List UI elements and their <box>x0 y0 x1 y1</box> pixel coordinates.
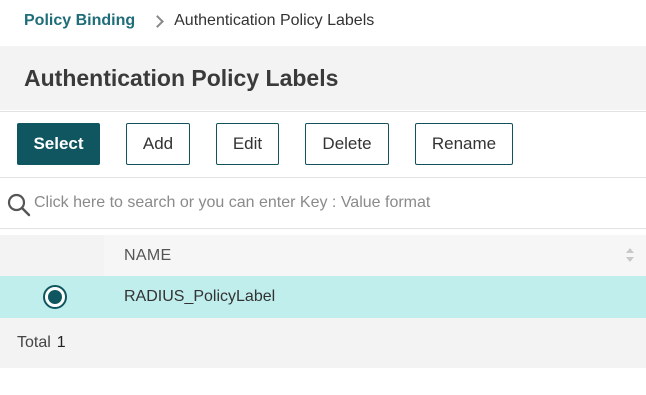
total-count: 1 <box>56 334 66 351</box>
search-icon[interactable] <box>6 192 32 218</box>
column-header-label: NAME <box>124 246 172 264</box>
table-header: NAME <box>0 235 646 276</box>
search-input[interactable] <box>34 188 634 218</box>
total-label: Total <box>17 334 51 351</box>
select-column-header <box>0 235 100 276</box>
edit-button[interactable]: Edit <box>216 123 279 165</box>
breadcrumb: Policy Binding Authentication Policy Lab… <box>24 10 374 32</box>
row-name-cell: RADIUS_PolicyLabel <box>124 288 276 305</box>
search-bar <box>0 177 646 229</box>
sort-icon[interactable] <box>624 246 636 264</box>
divider <box>0 111 646 112</box>
page-title: Authentication Policy Labels <box>24 64 339 91</box>
add-button[interactable]: Add <box>126 123 190 165</box>
rename-button[interactable]: Rename <box>415 123 513 165</box>
breadcrumb-link-policy-binding[interactable]: Policy Binding <box>24 12 135 30</box>
delete-button[interactable]: Delete <box>305 123 389 165</box>
breadcrumb-current: Authentication Policy Labels <box>174 12 375 29</box>
row-select-radio[interactable] <box>43 285 67 309</box>
chevron-right-icon <box>151 14 164 28</box>
select-button[interactable]: Select <box>17 123 100 165</box>
column-header-name[interactable]: NAME <box>104 235 646 276</box>
title-bar: Authentication Policy Labels <box>0 46 646 110</box>
table-footer: Total 1 <box>0 318 646 368</box>
radio-selected-dot <box>48 290 62 304</box>
table-row[interactable]: RADIUS_PolicyLabel <box>0 276 646 318</box>
